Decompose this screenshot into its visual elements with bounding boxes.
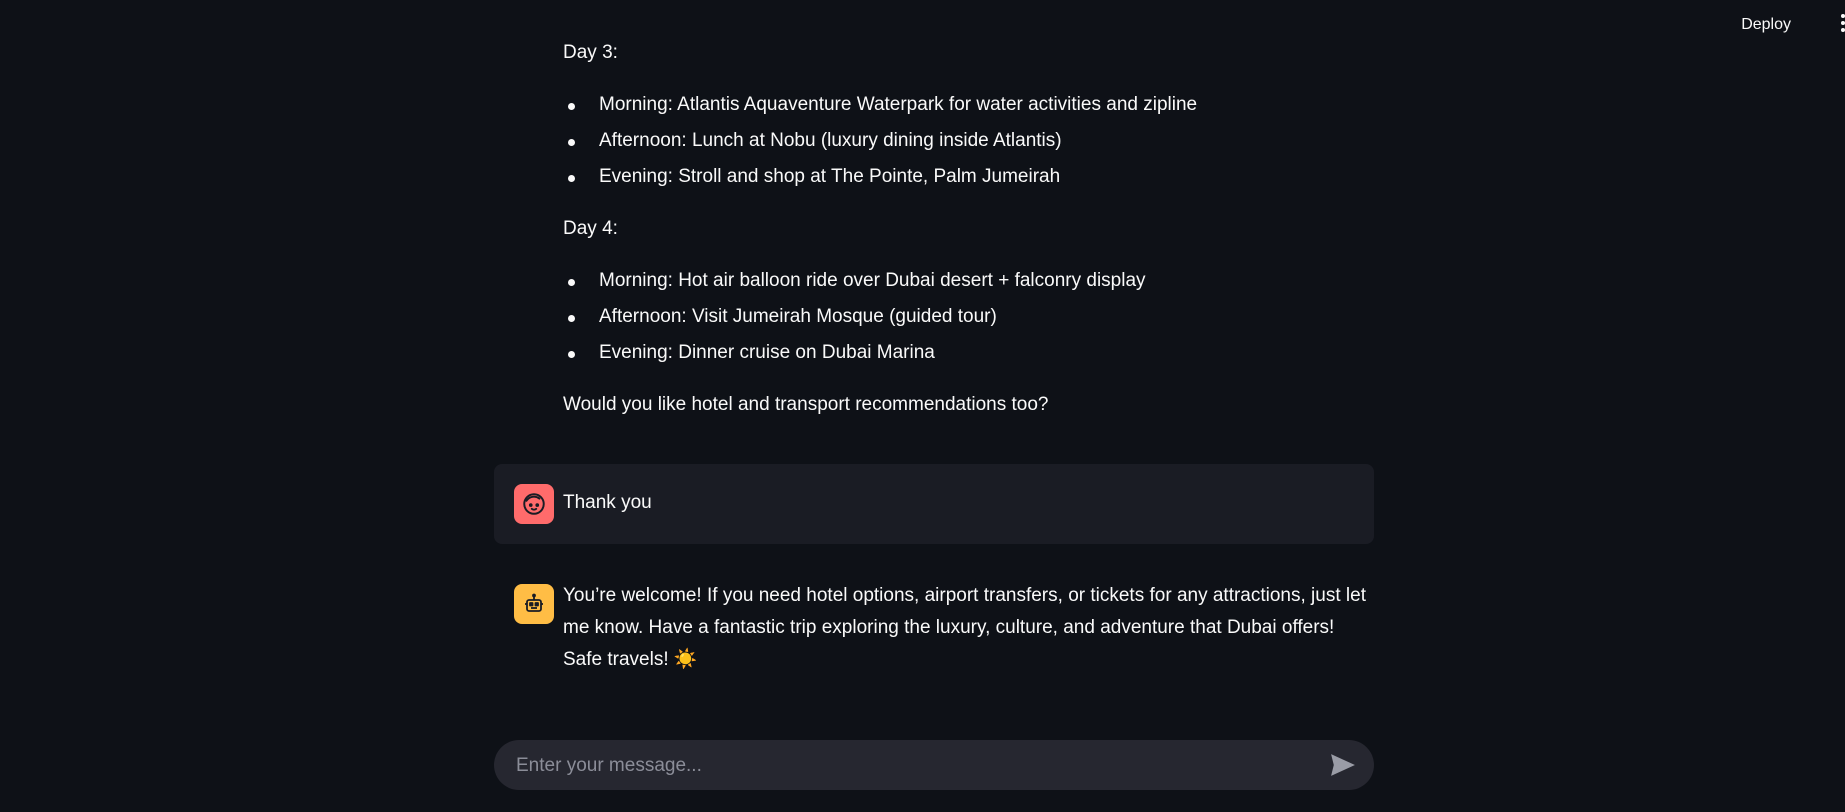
assistant-avatar (514, 584, 554, 624)
assistant-itinerary-message: Day 3: Morning: Atlantis Aquaventure Wat… (494, 40, 1374, 424)
itinerary-closing-text: Would you like hotel and transport recom… (563, 394, 1049, 415)
bullet-icon (568, 139, 575, 146)
bullet-icon (568, 279, 575, 286)
bullet-icon (568, 175, 575, 182)
assistant-message-text: You’re welcome! If you need hotel option… (563, 585, 1366, 670)
day-4-list: Morning: Hot air balloon ride over Dubai… (563, 265, 1371, 373)
list-item: Evening: Dinner cruise on Dubai Marina (563, 337, 1371, 373)
day-3-label: Day 3: (563, 42, 618, 63)
user-message: Thank you (494, 464, 1374, 544)
more-vertical-icon[interactable] (1831, 14, 1845, 36)
send-button[interactable] (1330, 753, 1356, 777)
assistant-message: You’re welcome! If you need hotel option… (494, 580, 1374, 676)
list-item: Evening: Stroll and shop at The Pointe, … (563, 161, 1371, 197)
chat-input-container (494, 740, 1374, 792)
bullet-icon (568, 315, 575, 322)
robot-icon (525, 593, 543, 612)
chat-message-input[interactable] (514, 740, 1308, 792)
deploy-button[interactable]: Deploy (1735, 12, 1797, 38)
bullet-icon (568, 351, 575, 358)
itinerary-body: Day 3: Morning: Atlantis Aquaventure Wat… (563, 37, 1371, 421)
send-icon (1331, 754, 1355, 776)
list-item: Afternoon: Lunch at Nobu (luxury dining … (563, 125, 1371, 161)
bullet-icon (568, 103, 575, 110)
user-avatar (514, 484, 554, 524)
day-4-label: Day 4: (563, 218, 618, 239)
list-item: Afternoon: Visit Jumeirah Mosque (guided… (563, 301, 1371, 337)
list-item: Morning: Hot air balloon ride over Dubai… (563, 265, 1371, 301)
user-message-text: Thank you (563, 492, 652, 513)
day-3-list: Morning: Atlantis Aquaventure Waterpark … (563, 89, 1371, 197)
user-face-icon (523, 493, 545, 515)
list-item: Morning: Atlantis Aquaventure Waterpark … (563, 89, 1371, 125)
